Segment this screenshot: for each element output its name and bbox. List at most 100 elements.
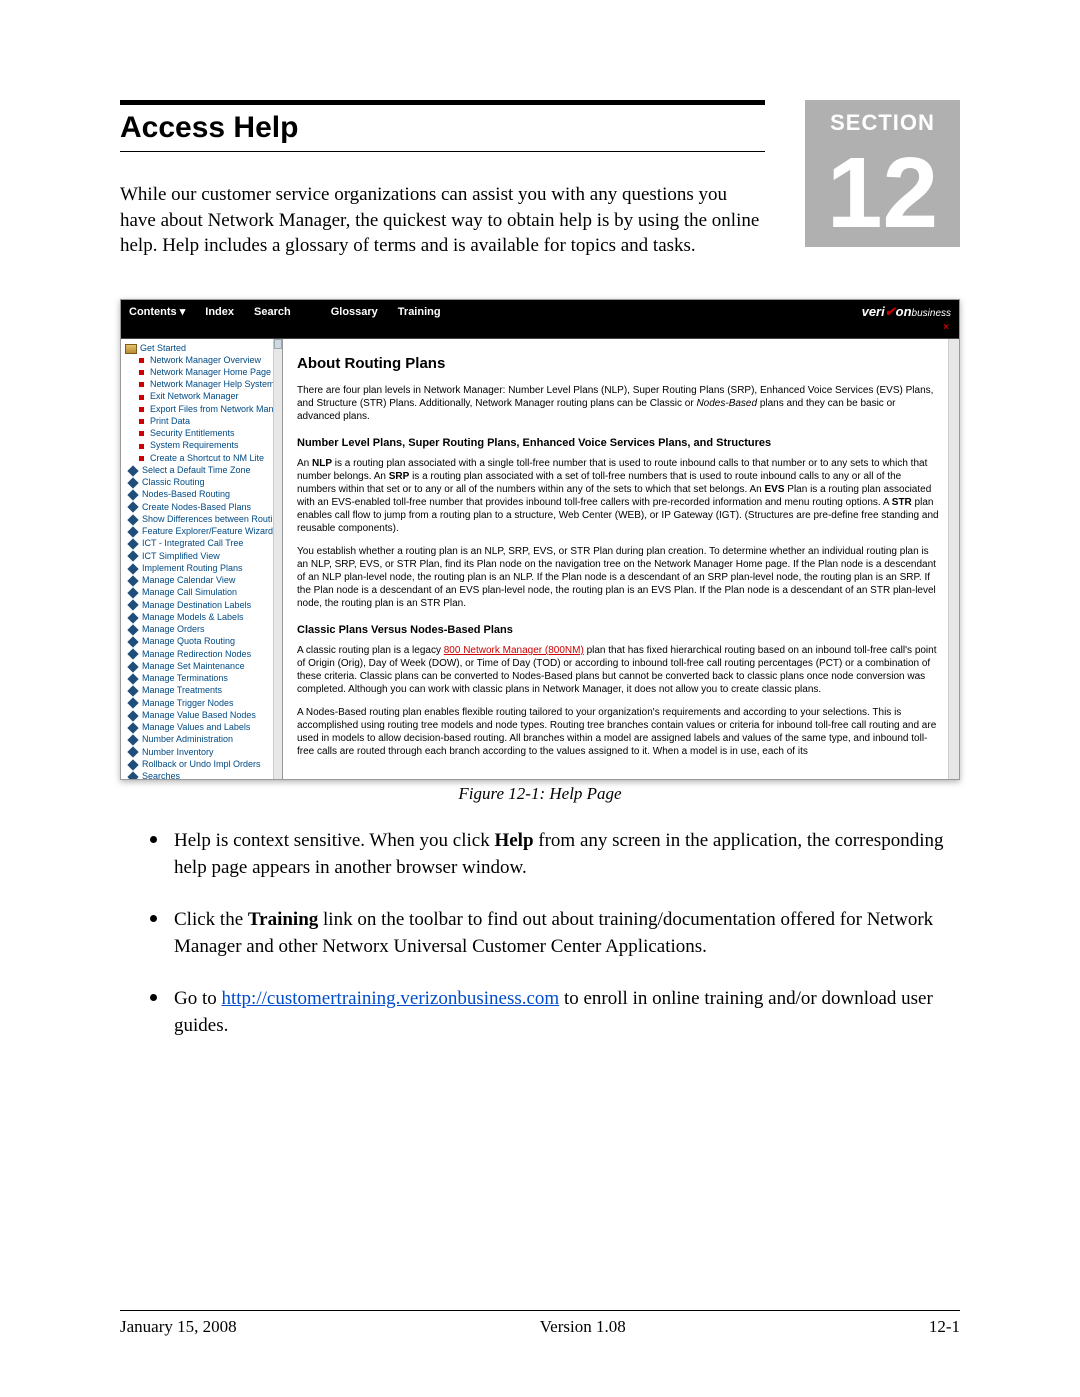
diamond-icon bbox=[127, 624, 138, 635]
tree-topic[interactable]: Show Differences between Routi bbox=[127, 513, 280, 525]
diamond-icon bbox=[127, 759, 138, 770]
diamond-icon bbox=[127, 502, 138, 513]
page-title: Access Help bbox=[120, 111, 765, 145]
tree-topic[interactable]: Manage Redirection Nodes bbox=[127, 648, 280, 660]
tree-leaf[interactable]: Create a Shortcut to NM Lite bbox=[139, 452, 280, 464]
tree-topic[interactable]: Manage Treatments bbox=[127, 685, 280, 697]
tree-root[interactable]: Get Started bbox=[140, 343, 186, 354]
tree-topic[interactable]: Number Administration bbox=[127, 734, 280, 746]
tree-topic[interactable]: Nodes-Based Routing bbox=[127, 489, 280, 501]
tree-topic[interactable]: Manage Terminations bbox=[127, 673, 280, 685]
notes-bullet-list: Help is context sensitive. When you clic… bbox=[120, 824, 960, 1040]
diamond-icon bbox=[127, 587, 138, 598]
tree-topic[interactable]: Number Inventory bbox=[127, 746, 280, 758]
bullet-3: Go to http://customertraining.verizonbus… bbox=[170, 982, 960, 1039]
section-label: SECTION bbox=[805, 110, 960, 136]
verizon-logo: veri✔onbusiness bbox=[862, 304, 951, 320]
tree-topic[interactable]: Searches bbox=[127, 771, 280, 779]
800nm-link[interactable]: 800 Network Manager (800NM) bbox=[444, 645, 584, 656]
diamond-icon bbox=[127, 636, 138, 647]
diamond-icon bbox=[127, 489, 138, 500]
tree-topic[interactable]: Select a Default Time Zone bbox=[127, 464, 280, 476]
tree-topic[interactable]: Manage Trigger Nodes bbox=[127, 697, 280, 709]
bullet-icon bbox=[139, 370, 144, 375]
book-icon bbox=[125, 344, 137, 354]
bullet-icon bbox=[139, 431, 144, 436]
diamond-icon bbox=[127, 771, 138, 779]
diamond-icon bbox=[127, 710, 138, 721]
tree-topic[interactable]: Classic Routing bbox=[127, 477, 280, 489]
content-heading: About Routing Plans bbox=[297, 355, 941, 372]
content-para-5: A Nodes-Based routing plan enables flexi… bbox=[297, 706, 941, 758]
tree-leaf[interactable]: Network Manager Overview bbox=[139, 354, 280, 366]
tree-topic[interactable]: Manage Value Based Nodes bbox=[127, 709, 280, 721]
tree-topic[interactable]: Manage Quota Routing bbox=[127, 636, 280, 648]
diamond-icon bbox=[127, 612, 138, 623]
contents-tab[interactable]: Contents ▾ bbox=[129, 305, 185, 318]
header-rule-bottom bbox=[120, 151, 765, 152]
tree-topic[interactable]: ICT Simplified View bbox=[127, 550, 280, 562]
tree-leaf[interactable]: Network Manager Home Page bbox=[139, 366, 280, 378]
tree-topic[interactable]: Manage Calendar View bbox=[127, 575, 280, 587]
footer-page: 12-1 bbox=[929, 1317, 960, 1337]
training-url-link[interactable]: http://customertraining.verizonbusiness.… bbox=[222, 988, 560, 1009]
tree-topic[interactable]: Manage Destination Labels bbox=[127, 599, 280, 611]
content-para-4: A classic routing plan is a legacy 800 N… bbox=[297, 644, 941, 696]
bullet-icon bbox=[139, 444, 144, 449]
toolbar-separator: × bbox=[121, 324, 959, 339]
bullet-icon bbox=[139, 358, 144, 363]
tree-leaf[interactable]: Print Data bbox=[139, 415, 280, 427]
tree-leaf[interactable]: Export Files from Network Mana bbox=[139, 403, 280, 415]
diamond-icon bbox=[127, 600, 138, 611]
tree-topic[interactable]: ICT - Integrated Call Tree bbox=[127, 538, 280, 550]
help-screenshot: Contents ▾ Index Search Glossary Trainin… bbox=[120, 299, 960, 780]
diamond-icon bbox=[127, 685, 138, 696]
help-contents-tree[interactable]: Get Started Network Manager OverviewNetw… bbox=[121, 339, 283, 779]
diamond-icon bbox=[127, 538, 138, 549]
tree-topic[interactable]: Manage Values and Labels bbox=[127, 722, 280, 734]
footer-date: January 15, 2008 bbox=[120, 1317, 237, 1337]
close-icon[interactable]: × bbox=[943, 322, 949, 333]
diamond-icon bbox=[127, 698, 138, 709]
diamond-icon bbox=[127, 575, 138, 586]
tree-topic[interactable]: Manage Models & Labels bbox=[127, 611, 280, 623]
training-tab[interactable]: Training bbox=[398, 306, 441, 318]
tree-topic[interactable]: Implement Routing Plans bbox=[127, 562, 280, 574]
diamond-icon bbox=[127, 661, 138, 672]
diamond-icon bbox=[127, 563, 138, 574]
sidebar-scrollbar[interactable] bbox=[273, 339, 282, 779]
tree-leaf[interactable]: Network Manager Help System bbox=[139, 379, 280, 391]
figure-caption: Figure 12-1: Help Page bbox=[120, 784, 960, 804]
tree-leaf[interactable]: Exit Network Manager bbox=[139, 391, 280, 403]
diamond-icon bbox=[127, 526, 138, 537]
tree-leaf[interactable]: Security Entitlements bbox=[139, 428, 280, 440]
tree-topic[interactable]: Rollback or Undo Impl Orders bbox=[127, 758, 280, 770]
search-tab[interactable]: Search bbox=[254, 306, 291, 318]
tree-topic[interactable]: Manage Call Simulation bbox=[127, 587, 280, 599]
content-para-1: There are four plan levels in Network Ma… bbox=[297, 384, 941, 423]
content-para-2: An NLP is a routing plan associated with… bbox=[297, 457, 941, 535]
help-content-pane: About Routing Plans There are four plan … bbox=[283, 339, 959, 779]
index-tab[interactable]: Index bbox=[205, 306, 234, 318]
bullet-1: Help is context sensitive. When you clic… bbox=[170, 824, 960, 881]
diamond-icon bbox=[127, 673, 138, 684]
help-toolbar: Contents ▾ Index Search Glossary Trainin… bbox=[121, 300, 959, 324]
content-scrollbar[interactable] bbox=[948, 339, 959, 779]
bullet-icon bbox=[139, 456, 144, 461]
scroll-up-icon[interactable] bbox=[274, 339, 282, 349]
tree-topic[interactable]: Create Nodes-Based Plans bbox=[127, 501, 280, 513]
tree-topic[interactable]: Manage Orders bbox=[127, 624, 280, 636]
glossary-tab[interactable]: Glossary bbox=[331, 306, 378, 318]
tree-topic[interactable]: Manage Set Maintenance bbox=[127, 660, 280, 672]
header-rule-top bbox=[120, 100, 765, 105]
tree-leaf[interactable]: System Requirements bbox=[139, 440, 280, 452]
tree-topic[interactable]: Feature Explorer/Feature Wizard bbox=[127, 526, 280, 538]
footer-version: Version 1.08 bbox=[540, 1317, 626, 1337]
page-footer: January 15, 2008 Version 1.08 12-1 bbox=[120, 1310, 960, 1337]
content-para-3: You establish whether a routing plan is … bbox=[297, 545, 941, 610]
diamond-icon bbox=[127, 722, 138, 733]
section-number: 12 bbox=[805, 146, 960, 241]
bullet-icon bbox=[139, 407, 144, 412]
diamond-icon bbox=[127, 551, 138, 562]
bullet-icon bbox=[139, 395, 144, 400]
